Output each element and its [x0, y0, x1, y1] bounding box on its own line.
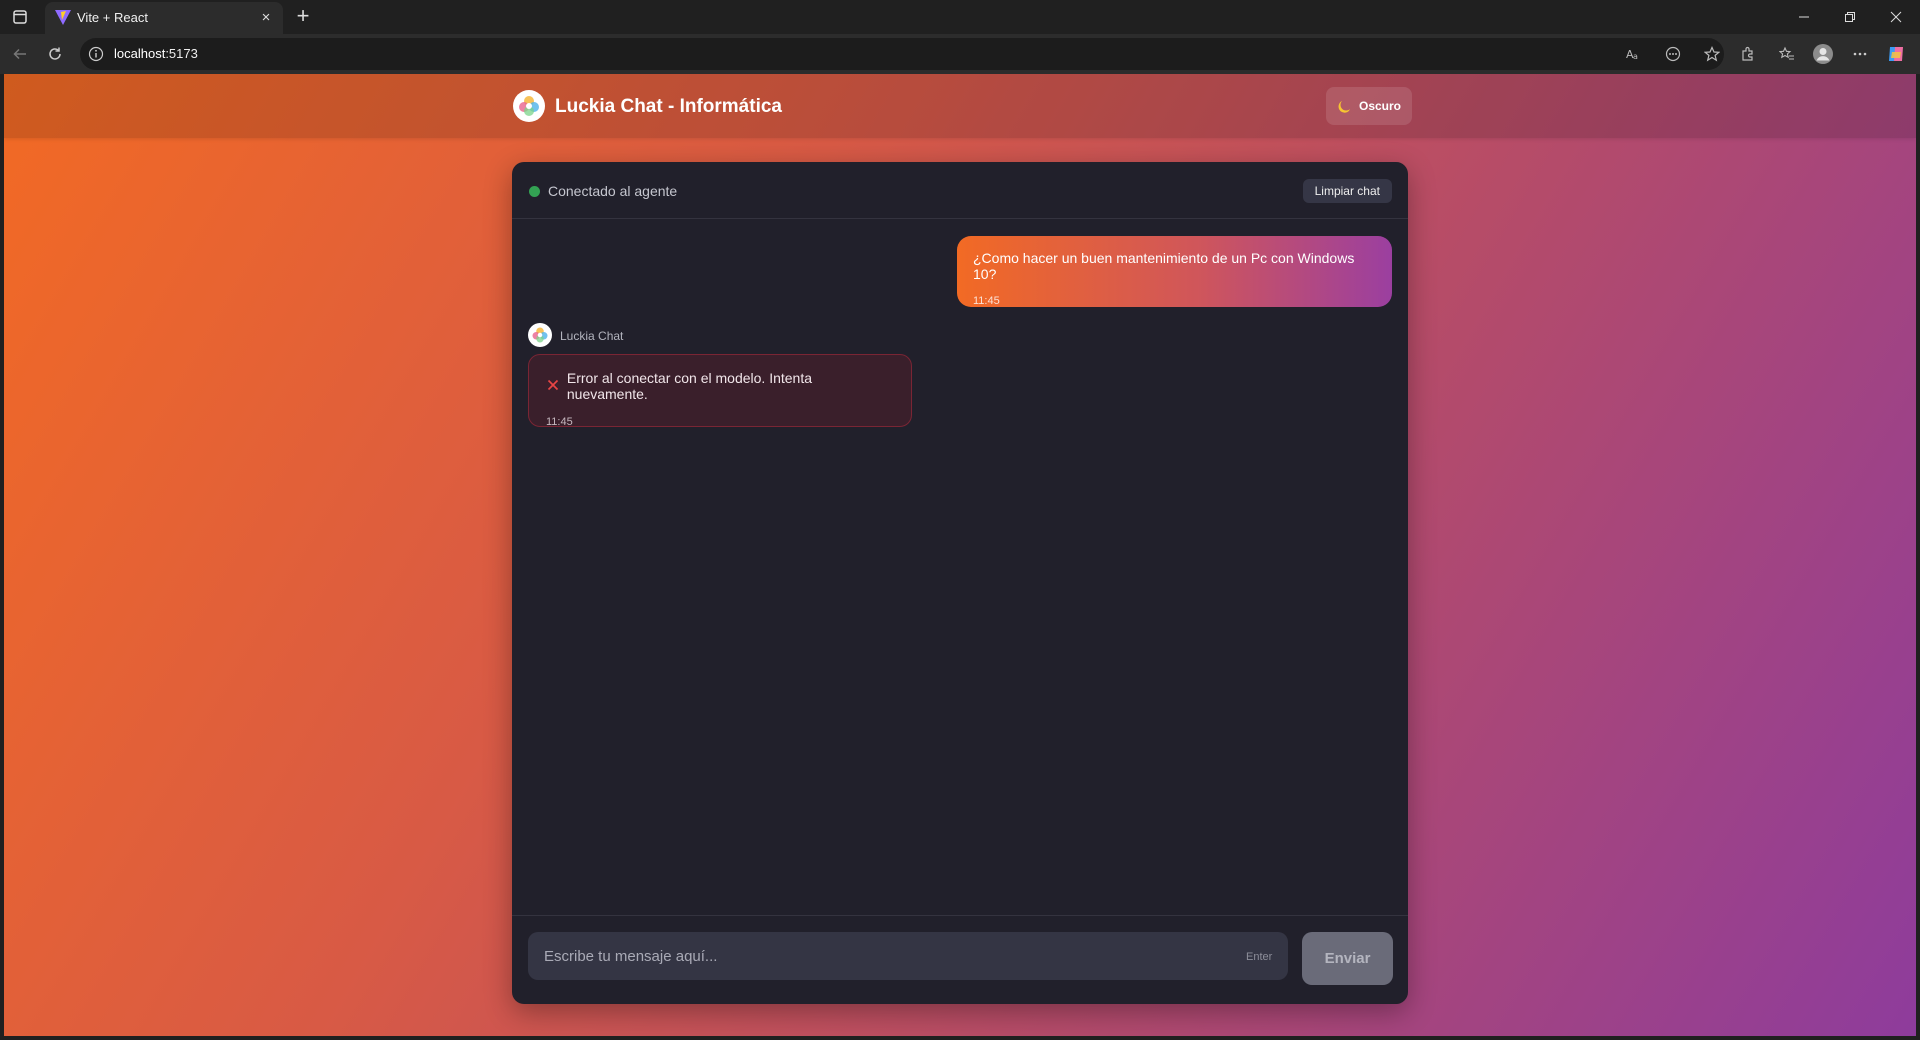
restore-icon[interactable] [1828, 0, 1872, 34]
reload-icon[interactable] [43, 42, 67, 66]
app-title: Luckia Chat - Informática [555, 96, 782, 117]
bot-avatar-icon [528, 323, 552, 347]
minimize-icon[interactable] [1782, 0, 1826, 34]
tab-title: Vite + React [77, 10, 148, 25]
new-tab-icon[interactable]: + [292, 5, 314, 28]
error-x-icon [546, 379, 560, 393]
send-button[interactable]: Enviar [1302, 932, 1393, 985]
user-message-time: 11:45 [973, 295, 1000, 307]
more-tools-icon[interactable] [1663, 44, 1683, 64]
copilot-icon[interactable] [1884, 42, 1908, 66]
read-aloud-icon[interactable]: Aa [1623, 44, 1643, 64]
browser-titlebar: Vite + React × + [0, 0, 1920, 34]
vite-logo-icon [54, 8, 72, 26]
chat-header: Conectado al agente Limpiar chat [512, 162, 1408, 219]
theme-toggle-button[interactable]: Oscuro [1326, 87, 1412, 125]
user-message-bubble: ¿Como hacer un buen mantenimiento de un … [957, 236, 1392, 307]
close-window-icon[interactable] [1874, 0, 1918, 34]
connection-status-dot [529, 186, 540, 197]
app-header: Luckia Chat - Informática Oscuro [4, 74, 1916, 138]
extensions-icon[interactable] [1736, 42, 1760, 66]
tab-actions-icon[interactable] [12, 9, 28, 25]
bot-sender-name: Luckia Chat [560, 329, 624, 343]
enter-hint: Enter [1246, 951, 1273, 963]
moon-icon [1338, 100, 1351, 113]
favorites-icon[interactable] [1775, 42, 1799, 66]
site-info-icon[interactable] [88, 46, 104, 62]
bot-error-text: Error al conectar con el modelo. Intenta… [566, 370, 813, 402]
address-url: localhost:5173 [114, 46, 198, 61]
message-input[interactable] [528, 932, 1288, 980]
svg-text:a: a [1633, 52, 1638, 61]
chat-panel: Conectado al agente Limpiar chat ¿Como h… [512, 162, 1408, 1004]
close-tab-icon[interactable]: × [258, 10, 274, 26]
user-message-text: ¿Como hacer un buen mantenimiento de un … [973, 250, 1355, 282]
page-viewport: Luckia Chat - Informática Oscuro Conecta… [4, 74, 1916, 1036]
bot-error-message-bubble: Error al conectar con el modelo. Intenta… [528, 354, 912, 428]
theme-toggle-label: Oscuro [1358, 99, 1401, 113]
favorite-star-icon[interactable] [1702, 44, 1722, 64]
browser-toolbar: localhost:5173 Aa [0, 34, 1920, 74]
luckia-logo-icon [513, 90, 545, 122]
clear-chat-button[interactable]: Limpiar chat [1302, 179, 1392, 203]
bot-message-time: 11:45 [546, 416, 573, 428]
address-bar[interactable]: localhost:5173 Aa [80, 38, 1724, 70]
menu-more-icon[interactable] [1848, 42, 1872, 66]
profile-avatar-icon[interactable] [1811, 42, 1835, 66]
browser-tab[interactable]: Vite + React × [45, 2, 283, 34]
connection-status-text: Conectado al agente [548, 183, 678, 199]
message-composer: Enter Enviar [512, 915, 1408, 1004]
back-icon[interactable] [8, 42, 32, 66]
